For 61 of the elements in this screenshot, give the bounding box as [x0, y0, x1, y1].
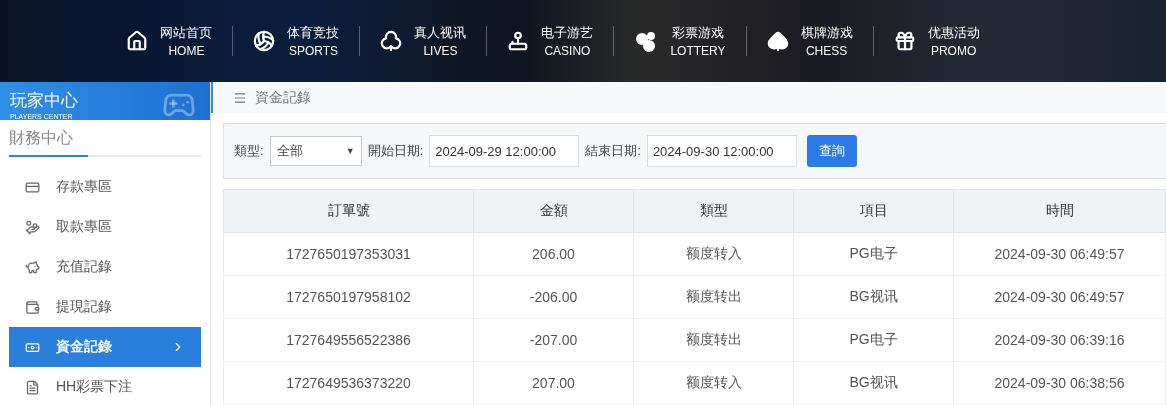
sidebar-item[interactable]: 提現記錄: [9, 287, 201, 327]
sidebar-title: 玩家中心: [10, 92, 78, 110]
breadcrumb: 資金記錄: [255, 88, 311, 107]
start-date-field[interactable]: 2024-09-29 12:00:00: [429, 135, 580, 167]
sidebar-item[interactable]: HH彩票下注: [9, 367, 201, 405]
nav-link[interactable]: 彩票游戏 LOTTERY: [613, 26, 746, 56]
sidebar-item[interactable]: 充值記錄: [9, 247, 201, 287]
club-icon: [380, 30, 403, 52]
column-header: 時間: [953, 189, 1166, 233]
column-header: 訂單號: [223, 189, 474, 233]
nav-link[interactable]: 体育竞技 SPORTS: [232, 26, 360, 56]
end-date-field[interactable]: 2024-09-30 12:00:00: [646, 135, 797, 167]
field-label: 類型:: [234, 142, 264, 160]
nav-link[interactable]: 棋牌游戏 CHESS: [745, 26, 873, 56]
table-cell: BG视讯: [793, 361, 954, 405]
house-icon: [126, 30, 149, 52]
table-cell: 1727650197958102: [223, 275, 474, 319]
column-header: 類型: [633, 189, 794, 233]
nav-link[interactable]: 优惠活动 PROMO: [872, 26, 1000, 56]
query-button[interactable]: 查詢: [806, 135, 857, 167]
field-label: 開始日期:: [367, 142, 424, 160]
nav-link[interactable]: 电子游艺 CASINO: [486, 26, 614, 56]
table-cell: PG电子: [793, 318, 954, 362]
table-cell: 2024-09-30 06:39:16: [953, 318, 1166, 362]
column-header: 金額: [473, 189, 634, 233]
table-cell: 1727649556522386: [223, 318, 474, 362]
hand-coins-icon: [25, 219, 40, 235]
sidebar-item[interactable]: 存款專區: [9, 167, 201, 207]
table-cell: PG电子: [793, 232, 954, 276]
column-header: 項目: [793, 189, 954, 233]
menu-icon: [233, 90, 247, 105]
table-cell: BG视讯: [793, 275, 954, 319]
table-cell: 207.00: [473, 361, 634, 405]
type-select[interactable]: 全部 ▼: [269, 136, 362, 166]
table-cell: 2024-09-30 06:49:57: [953, 232, 1166, 276]
dropdown-icon: ▼: [345, 146, 355, 156]
table-cell: 2024-09-30 06:38:56: [953, 361, 1166, 405]
document-icon: [25, 379, 40, 395]
table-cell: -206.00: [473, 275, 634, 319]
table-cell: 额度转入: [633, 232, 794, 276]
wallet-icon: [25, 299, 40, 315]
table-cell: 额度转入: [633, 361, 794, 405]
piggy-bank-icon: [25, 259, 40, 275]
table-cell: 206.00: [473, 232, 634, 276]
joystick-icon: [507, 30, 530, 52]
nav-link[interactable]: 网站首页 HOME: [106, 26, 233, 56]
table-cell: -207.00: [473, 318, 634, 362]
table-cell: 额度转出: [633, 318, 794, 362]
sidebar-item[interactable]: 資金記錄: [9, 327, 201, 367]
nav-link[interactable]: 真人视讯 LIVES: [359, 26, 487, 56]
table-cell: 1727650197353031: [223, 232, 474, 276]
spade-icon: [766, 30, 789, 52]
gift-icon: [893, 30, 916, 52]
table-cell: 额度转出: [633, 275, 794, 319]
field-label: 結束日期:: [585, 142, 641, 160]
sidebar-item[interactable]: 取款專區: [9, 207, 201, 247]
table-cell: 2024-09-30 06:49:57: [953, 275, 1166, 319]
table-cell: 1727649536373220: [223, 361, 474, 405]
ball-icon: [253, 30, 276, 52]
card-icon: [25, 179, 40, 195]
section-title: 財務中心: [9, 129, 73, 146]
